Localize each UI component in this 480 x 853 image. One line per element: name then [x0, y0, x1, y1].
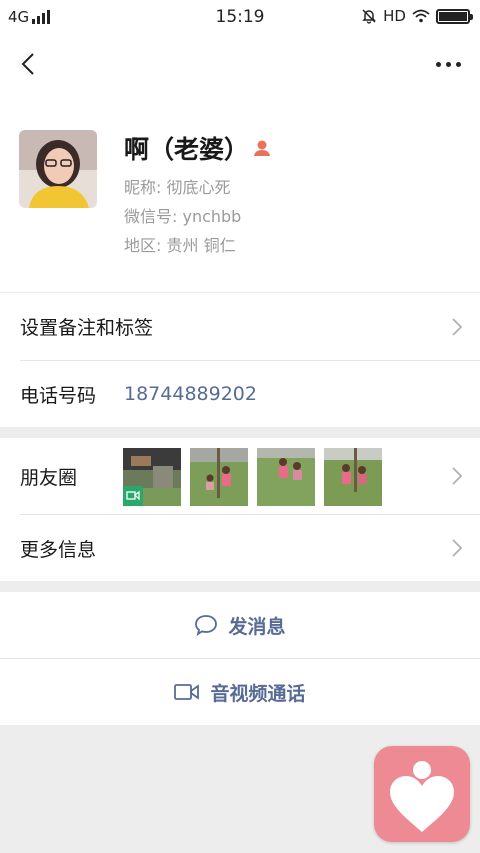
bell-muted-icon — [362, 9, 376, 24]
av-call-button[interactable]: 音视频通话 — [0, 659, 480, 725]
dot — [445, 61, 451, 67]
chevron-right-icon — [452, 467, 462, 485]
avatar[interactable] — [19, 130, 97, 208]
top-nav — [0, 34, 480, 94]
remark-tags-row[interactable]: 设置备注和标签 — [0, 293, 480, 360]
wifi-icon — [412, 9, 430, 23]
moment-thumbnail — [324, 448, 382, 506]
phone-label: 电话号码 — [20, 384, 97, 407]
phone-number[interactable]: 18744889202 — [124, 383, 257, 405]
nickname: 昵称: 彻底心死 — [124, 178, 231, 197]
chevron-right-icon — [452, 539, 462, 557]
more-button[interactable] — [428, 46, 468, 82]
heart-person-icon — [390, 761, 454, 832]
moment-thumbnail — [257, 448, 315, 506]
phone-row[interactable]: 电话号码 18744889202 — [0, 361, 480, 427]
chevron-right-icon — [452, 317, 462, 336]
more-horizontal-icon — [435, 61, 441, 67]
contact-details-section: 设置备注和标签 电话号码 18744889202 — [0, 293, 480, 427]
chat-bubble-icon — [195, 615, 218, 636]
status-bar: 4G 15:19 HD — [0, 0, 480, 34]
moments-thumbnails — [123, 448, 382, 506]
status-icons: HD — [361, 7, 473, 25]
contact-name-row: 啊（老婆） — [124, 130, 271, 166]
back-button[interactable] — [10, 46, 46, 82]
battery-icon — [436, 8, 473, 24]
moments-row[interactable]: 朋友圈 — [0, 438, 480, 514]
moments-label: 朋友圈 — [20, 466, 78, 489]
dot — [455, 61, 461, 67]
region: 地区: 贵州 铜仁 — [124, 236, 236, 255]
profile-card: 啊（老婆） 昵称: 彻底心死 微信号: ynchbb 地区: 贵州 铜仁 — [0, 94, 480, 292]
wechat-id: 微信号: ynchbb — [124, 207, 242, 226]
person-icon — [254, 140, 271, 156]
hd-label: HD — [383, 7, 406, 25]
chevron-left-icon — [21, 53, 34, 75]
video-camera-icon — [174, 684, 200, 700]
floating-app-button[interactable] — [374, 746, 470, 842]
av-call-label: 音视频通话 — [210, 682, 306, 705]
send-message-label: 发消息 — [228, 615, 286, 638]
moment-thumbnail — [190, 448, 248, 506]
remark-tags-label: 设置备注和标签 — [20, 317, 154, 339]
more-info-row[interactable]: 更多信息 — [0, 515, 480, 581]
send-message-button[interactable]: 发消息 — [0, 592, 480, 658]
contact-name: 啊（老婆） — [124, 135, 250, 164]
moments-section: 朋友圈 更多信息 — [0, 438, 480, 581]
more-info-label: 更多信息 — [20, 538, 97, 561]
avatar-image — [19, 130, 97, 208]
moment-thumbnail — [123, 448, 181, 506]
